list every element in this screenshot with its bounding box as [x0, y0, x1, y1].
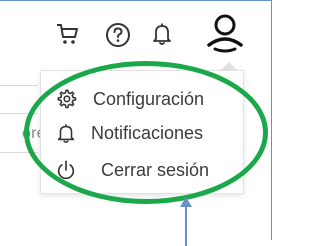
- menu-item-cerrar-sesion[interactable]: Cerrar sesión: [55, 155, 209, 185]
- menu-item-notificaciones[interactable]: Notificaciones: [55, 118, 203, 148]
- cart-icon[interactable]: [55, 22, 81, 46]
- gear-icon: [57, 89, 77, 109]
- menu-item-configuracion[interactable]: Configuración: [55, 84, 204, 114]
- background-divider: [0, 152, 38, 153]
- menu-item-label: Configuración: [93, 88, 205, 109]
- power-icon: [57, 160, 75, 180]
- arrow-annotation: [180, 197, 192, 246]
- bell-icon[interactable]: [150, 21, 174, 47]
- menu-item-label: Notificaciones: [91, 122, 204, 143]
- bell-icon: [57, 124, 75, 143]
- user-account-icon[interactable]: [203, 9, 247, 53]
- background-divider: [0, 113, 38, 114]
- background-divider: [0, 85, 38, 86]
- help-icon[interactable]: [105, 22, 131, 48]
- dropdown-caret: [221, 62, 237, 70]
- menu-item-label: Cerrar sesión: [101, 159, 210, 180]
